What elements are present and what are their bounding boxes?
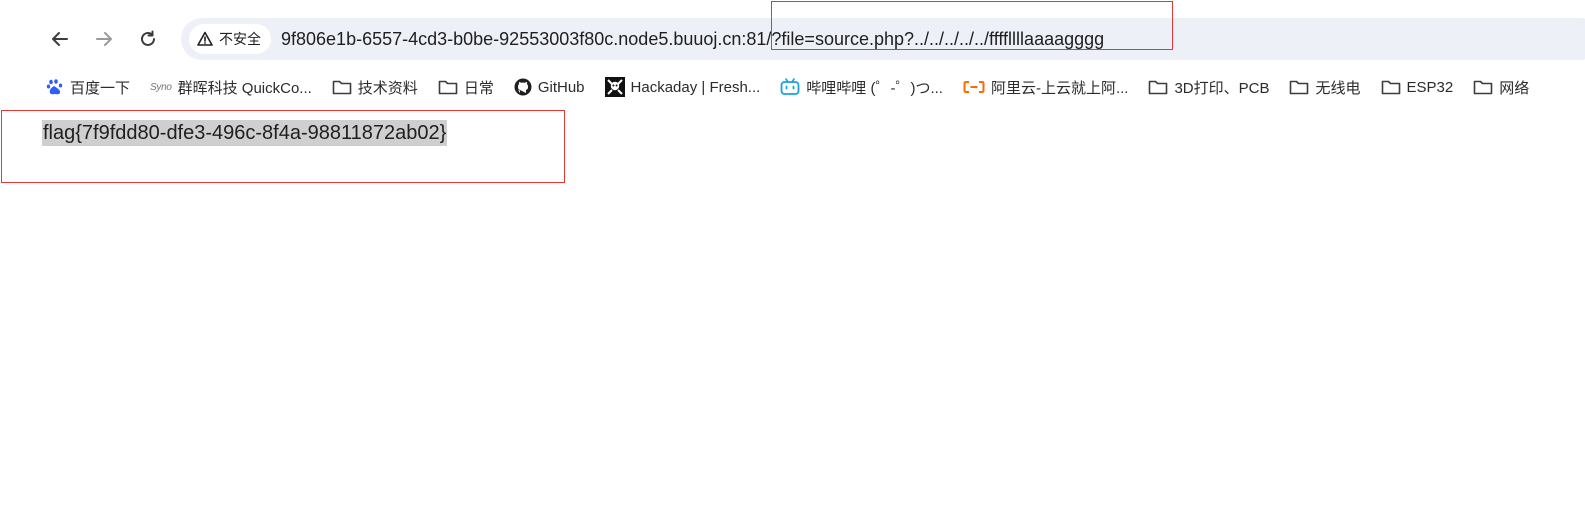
hackaday-icon — [604, 77, 625, 97]
security-indicator[interactable]: 不安全 — [189, 24, 271, 54]
bookmark-label: 3D打印、PCB — [1174, 79, 1270, 97]
bookmark-hackaday[interactable]: Hackaday | Fresh... — [604, 77, 761, 97]
url-text[interactable]: 9f806e1b-6557-4cd3-b0be-92553003f80c.nod… — [281, 18, 1104, 60]
folder-icon — [1148, 79, 1168, 95]
bookmark-label: 技术资料 — [357, 79, 418, 97]
reload-button[interactable] — [131, 22, 165, 56]
bookmark-label: 日常 — [463, 79, 494, 97]
bookmark-folder-3dprint[interactable]: 3D打印、PCB — [1148, 77, 1269, 98]
folder-icon — [1381, 79, 1401, 95]
bookmark-label: 群晖科技 QuickCo... — [177, 79, 312, 97]
bookmark-label: Hackaday | Fresh... — [630, 78, 761, 96]
bookmark-bilibili[interactable]: 哔哩哔哩 (゜-゜)つ... — [780, 77, 943, 98]
aliyun-icon — [963, 80, 985, 94]
baidu-icon — [46, 78, 64, 96]
back-button[interactable] — [43, 22, 77, 56]
bookmark-label: 哔哩哔哩 (゜-゜)つ... — [806, 79, 943, 97]
bookmark-folder-tech[interactable]: 技术资料 — [332, 77, 418, 98]
bookmark-folder-radio[interactable]: 无线电 — [1289, 77, 1361, 98]
folder-icon — [332, 79, 352, 95]
forward-button[interactable] — [87, 22, 121, 56]
bookmark-github[interactable]: GitHub — [514, 78, 585, 96]
reload-icon — [141, 30, 155, 46]
bookmark-folder-network[interactable]: 网络 — [1473, 77, 1529, 98]
browser-toolbar: 不安全 9f806e1b-6557-4cd3-b0be-92553003f80c… — [0, 0, 1585, 72]
bookmark-synology[interactable]: Syno 群晖科技 QuickCo... — [150, 77, 312, 98]
bookmark-label: 阿里云-上云就上阿... — [990, 79, 1129, 97]
bilibili-icon — [780, 78, 800, 96]
bookmark-aliyun[interactable]: 阿里云-上云就上阿... — [963, 77, 1129, 98]
bookmarks-bar: 百度一下 Syno 群晖科技 QuickCo... 技术资料 日常 GitHub — [0, 72, 1585, 102]
bookmark-label: GitHub — [537, 78, 585, 96]
folder-icon — [1473, 79, 1493, 95]
bookmark-folder-esp32[interactable]: ESP32 — [1381, 78, 1454, 96]
synology-icon: Syno — [150, 81, 172, 93]
bookmark-label: 无线电 — [1315, 79, 1361, 97]
address-bar[interactable]: 不安全 9f806e1b-6557-4cd3-b0be-92553003f80c… — [181, 18, 1585, 60]
warning-icon — [197, 31, 213, 46]
bookmark-label: ESP32 — [1406, 78, 1454, 96]
folder-icon — [1289, 79, 1309, 95]
security-label: 不安全 — [219, 31, 261, 47]
folder-icon — [438, 79, 458, 95]
github-icon — [514, 78, 532, 96]
bookmark-label: 百度一下 — [70, 79, 131, 97]
bookmark-label: 网络 — [1499, 79, 1530, 97]
bookmark-baidu[interactable]: 百度一下 — [46, 77, 130, 98]
flag-text: flag{7f9fdd80-dfe3-496c-8f4a-98811872ab0… — [42, 120, 448, 146]
arrow-right-icon — [96, 32, 112, 46]
arrow-left-icon — [52, 32, 68, 46]
bookmark-folder-daily[interactable]: 日常 — [438, 77, 494, 98]
page-content: flag{7f9fdd80-dfe3-496c-8f4a-98811872ab0… — [0, 102, 1585, 520]
